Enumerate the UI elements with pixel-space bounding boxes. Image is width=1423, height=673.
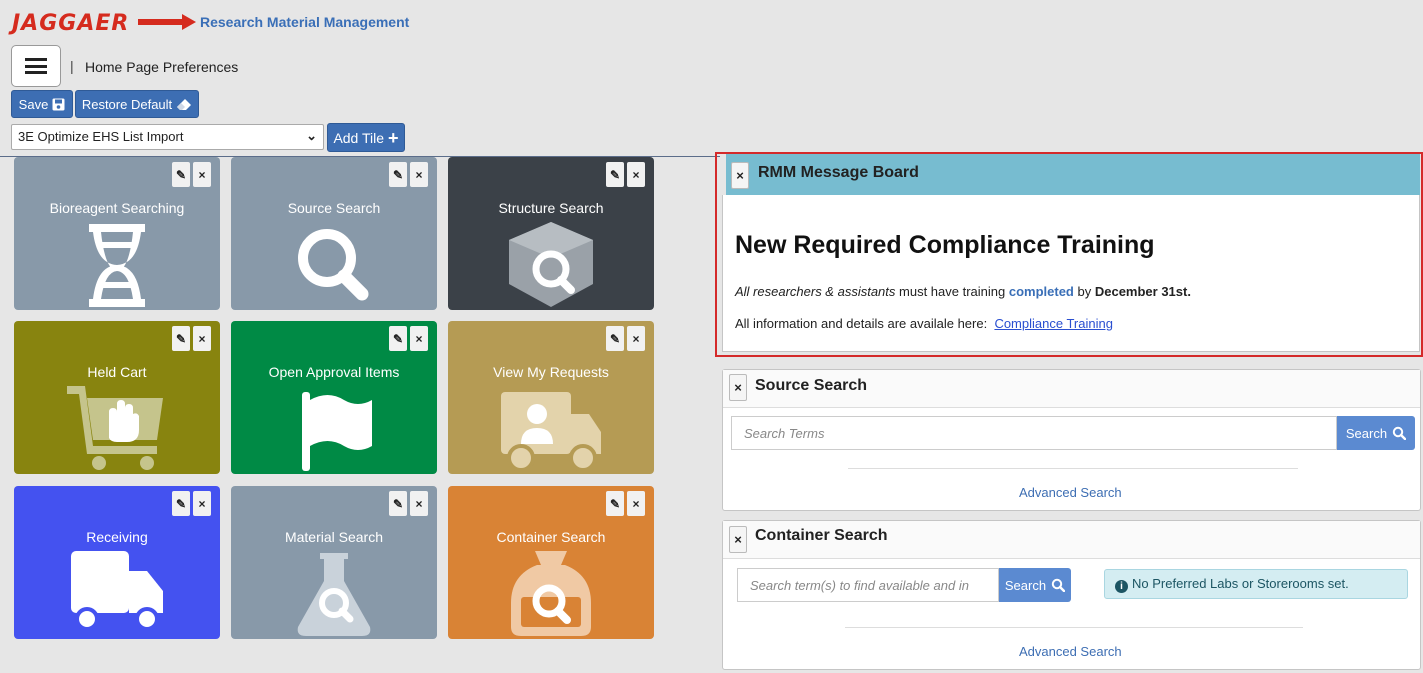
tile-label: Structure Search [498,200,604,216]
chevron-down-icon: ⌄ [306,128,317,143]
cart-hand-icon [67,386,163,470]
close-icon[interactable]: × [193,162,211,187]
source-advanced-search-link[interactable]: Advanced Search [1019,485,1122,500]
tile-receiving[interactable]: ✎ × Receiving [14,486,220,639]
close-icon[interactable]: × [193,326,211,351]
tile-view-my-requests[interactable]: ✎ × View My Requests [448,321,654,474]
source-search-button-label: Search [1345,425,1388,441]
edit-icon[interactable]: ✎ [606,162,624,187]
plus-icon: + [388,127,399,148]
magnifier-icon [298,229,369,301]
alert-text: No Preferred Labs or Storerooms set. [1132,576,1349,591]
container-search-title: Container Search [755,527,888,544]
flask-search-icon [297,553,371,636]
edit-icon[interactable]: ✎ [172,326,190,351]
tile-label: Held Cart [87,364,147,380]
tile-select-value: 3E Optimize EHS List Import [18,129,184,144]
container-search-input[interactable]: Search term(s) to find available and in [737,568,999,602]
logo-arrow-icon [138,14,196,30]
dna-icon [89,224,145,307]
app-header: JAGGAER Research Material Management [10,8,610,38]
tile-label: Open Approval Items [268,364,400,380]
source-search-panel: × Source Search Search Terms Search Adva… [722,369,1421,511]
title-separator: | [70,58,74,74]
close-icon[interactable]: × [627,326,645,351]
tile-open-approval-items[interactable]: ✎ × Open Approval Items [231,321,437,474]
jaggaer-logo: JAGGAER [12,11,130,36]
edit-icon[interactable]: ✎ [389,326,407,351]
tile-bioreagent-searching[interactable]: ✎ × Bioreagent Searching [14,157,220,310]
source-search-button[interactable]: Search [1337,416,1415,450]
close-message-board-button[interactable]: × [731,162,749,189]
close-source-search-button[interactable]: × [729,374,747,401]
app-title: Research Material Management [200,14,410,30]
message-headline: New Required Compliance Training [735,231,1155,259]
flag-icon [302,392,372,471]
message-date: December 31st. [1094,284,1191,299]
edit-icon[interactable]: ✎ [389,491,407,516]
close-icon[interactable]: × [627,491,645,516]
close-icon[interactable]: × [410,162,428,187]
restore-default-button[interactable]: Restore Default [75,90,199,118]
add-tile-button[interactable]: Add Tile + [327,123,405,152]
tile-structure-search[interactable]: ✎ × Structure Search [448,157,654,310]
compliance-training-link[interactable]: Compliance Training [994,316,1113,331]
tile-label: Source Search [287,200,381,216]
tile-type-select[interactable]: 3E Optimize EHS List Import ⌄ [11,124,324,150]
bag-search-icon [511,551,591,636]
close-icon[interactable]: × [193,491,211,516]
source-search-title: Source Search [755,377,868,394]
page-title: Home Page Preferences [85,59,239,75]
container-search-divider [845,627,1303,628]
tile-held-cart[interactable]: ✎ × Held Cart [14,321,220,474]
save-button[interactable]: Save [11,90,73,118]
close-icon[interactable]: × [410,326,428,351]
message-info-text: All information and details are availale… [735,316,988,331]
message-emphasis: All researchers & assistants [735,284,896,299]
message-by: by [1073,284,1095,299]
truck-user-icon [501,392,601,471]
eraser-icon [177,98,192,110]
tile-label: Bioreagent Searching [49,200,185,216]
message-text: must have training [895,284,1009,299]
restore-label: Restore Default [81,96,173,112]
message-board-title: RMM Message Board [758,164,919,181]
edit-icon[interactable]: ✎ [606,491,624,516]
hamburger-icon [25,58,47,74]
tile-container-search[interactable]: ✎ × Container Search [448,486,654,639]
message-board-header: × RMM Message Board [726,154,1420,195]
tile-label: Material Search [284,529,384,545]
edit-icon[interactable]: ✎ [389,162,407,187]
close-icon[interactable]: × [627,162,645,187]
save-label: Save [18,96,49,112]
container-advanced-search-link[interactable]: Advanced Search [1019,644,1122,659]
message-line-2: All information and details are availale… [735,316,1113,331]
edit-icon[interactable]: ✎ [172,162,190,187]
tile-material-search[interactable]: ✎ × Material Search [231,486,437,639]
info-icon: i [1115,580,1128,593]
cube-search-icon [509,222,593,307]
source-search-input[interactable]: Search Terms [731,416,1337,450]
add-tile-label: Add Tile [333,129,385,146]
container-search-button[interactable]: Search [999,568,1071,602]
edit-icon[interactable]: ✎ [606,326,624,351]
tile-label: Receiving [86,529,148,545]
truck-icon [71,551,163,631]
close-container-search-button[interactable]: × [729,526,747,553]
close-icon[interactable]: × [410,491,428,516]
search-icon [1051,578,1066,592]
message-line-1: All researchers & assistants must have t… [735,284,1191,299]
tile-label: View My Requests [493,364,609,380]
search-icon [1392,426,1407,440]
source-search-divider [848,468,1298,469]
hamburger-menu-button[interactable] [11,45,61,87]
tile-source-search[interactable]: ✎ × Source Search [231,157,437,310]
message-board-body: New Required Compliance Training All res… [722,195,1420,352]
edit-icon[interactable]: ✎ [172,491,190,516]
container-search-button-label: Search [1004,577,1047,593]
no-preferred-labs-alert: i No Preferred Labs or Storerooms set. [1104,569,1408,599]
message-completed: completed [1008,284,1074,299]
floppy-icon [52,98,65,110]
tile-label: Container Search [496,529,606,545]
